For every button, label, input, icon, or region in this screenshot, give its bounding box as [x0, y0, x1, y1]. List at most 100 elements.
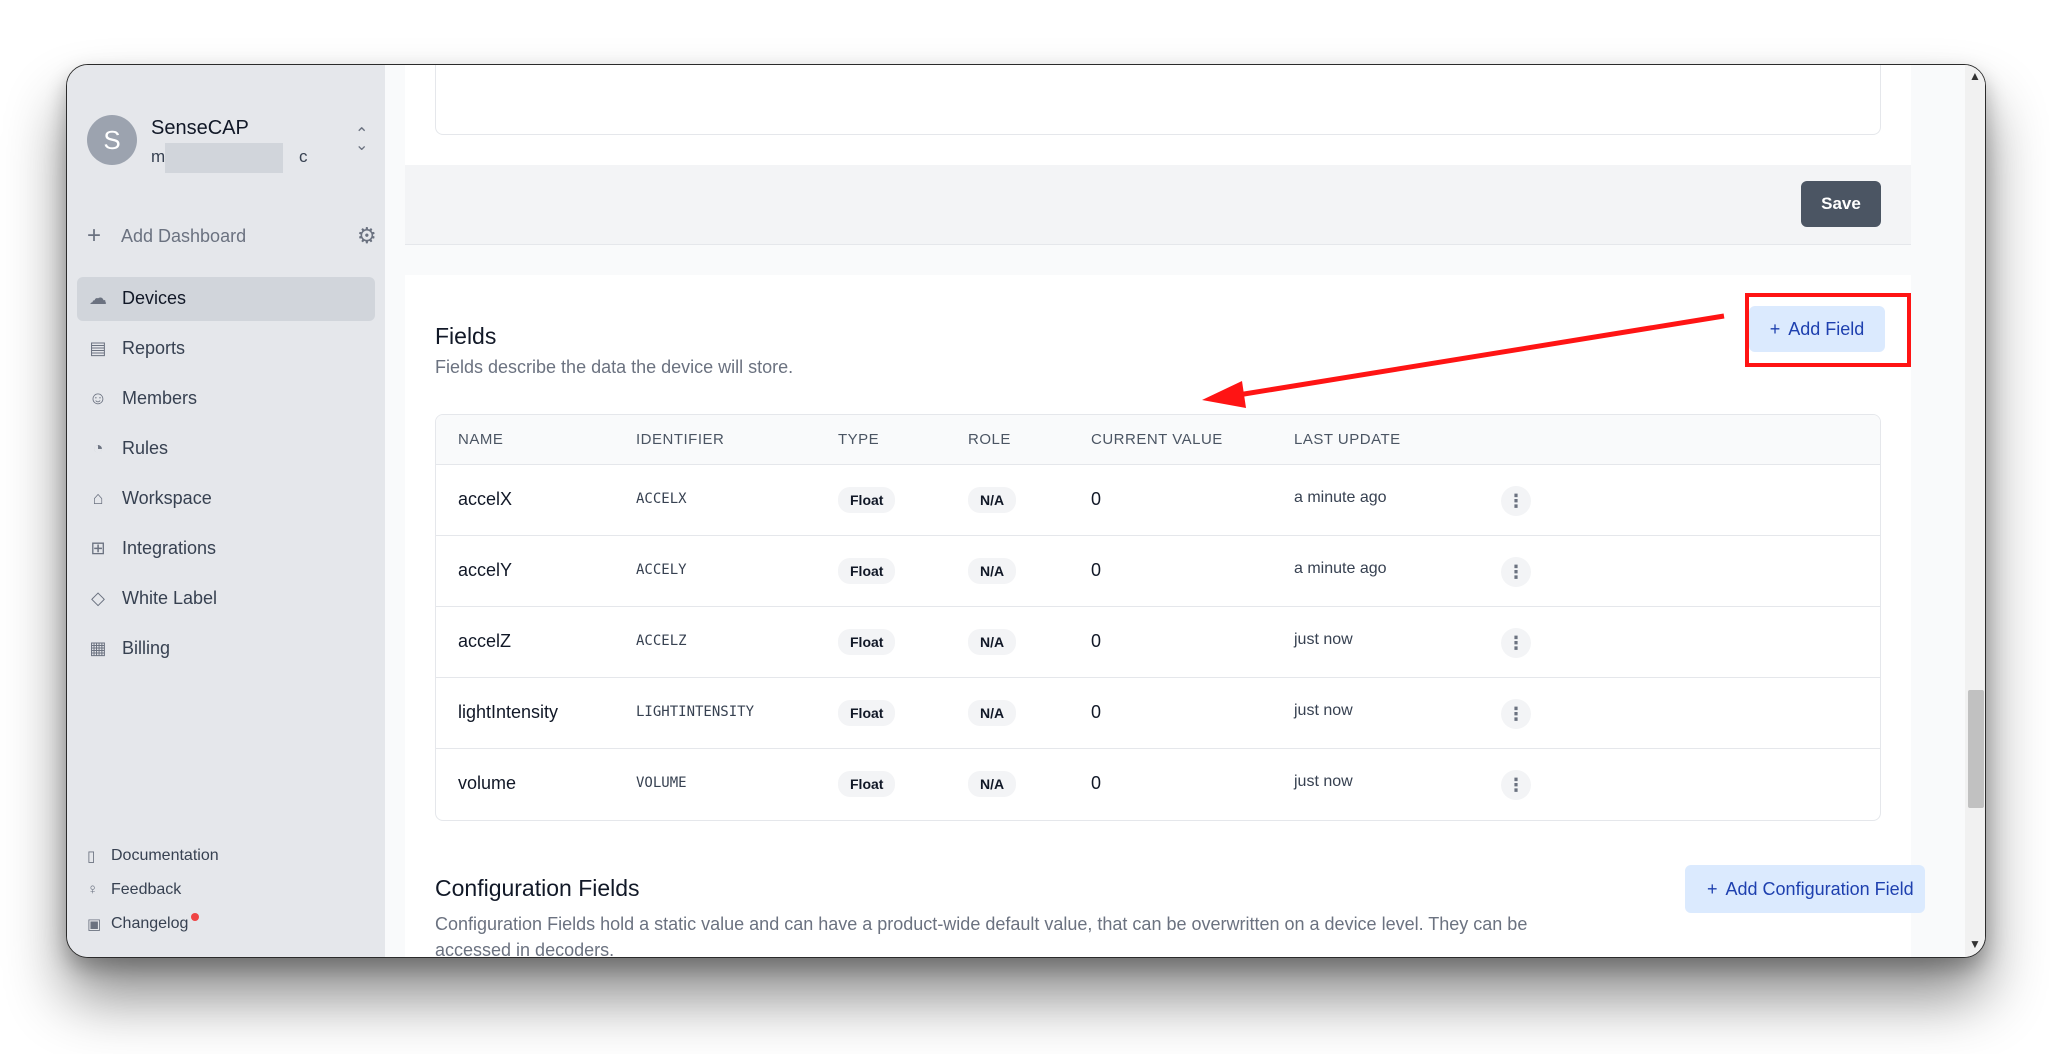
last-update: a minute ago	[1294, 489, 1387, 506]
type-badge: Float	[838, 700, 896, 726]
col-identifier: IDENTIFIER	[636, 431, 725, 448]
notification-dot	[191, 913, 199, 921]
sidebar-item-rules[interactable]: ◔ Rules	[77, 427, 375, 471]
org-switcher[interactable]: S SenseCAP m c ⌃ ⌄	[87, 115, 368, 175]
documentation-label: Documentation	[111, 847, 219, 864]
col-type: TYPE	[838, 431, 880, 448]
table-row: accelX ACCELX Float N/A 0 a minute ago ⋮	[436, 465, 1880, 536]
kebab-menu-icon[interactable]: ⋮	[1501, 699, 1531, 729]
table-header: NAME IDENTIFIER TYPE ROLE CURRENT VALUE …	[436, 415, 1880, 465]
kebab-menu-icon[interactable]: ⋮	[1501, 486, 1531, 516]
field-name: accelZ	[458, 631, 512, 651]
current-value: 0	[1091, 560, 1102, 580]
field-identifier: ACCELY	[636, 562, 687, 578]
org-email-end: c	[299, 147, 308, 166]
document-icon: ▤	[89, 338, 107, 358]
kebab-menu-icon[interactable]: ⋮	[1501, 557, 1531, 587]
role-badge: N/A	[968, 629, 1017, 655]
fields-title: Fields	[435, 323, 497, 349]
billing-icon: ▦	[89, 638, 107, 658]
sidebar-item-white-label[interactable]: ◇ White Label	[77, 577, 375, 621]
last-update: just now	[1294, 631, 1353, 648]
fields-description: Fields describe the data the device will…	[435, 357, 794, 377]
sidebar-item-devices[interactable]: ☁ Devices	[77, 277, 375, 321]
field-identifier: ACCELZ	[636, 633, 687, 649]
scroll-up-arrow-icon[interactable]: ▲	[1969, 69, 1981, 83]
table-row: accelZ ACCELZ Float N/A 0 just now ⋮	[436, 607, 1880, 678]
gift-icon: ▣	[87, 916, 102, 933]
code-textarea[interactable]	[435, 65, 1881, 135]
book-icon: ▯	[87, 848, 96, 865]
col-name: NAME	[458, 431, 504, 448]
users-icon: ☺	[88, 388, 108, 408]
table-row: lightIntensity LIGHTINTENSITY Float N/A …	[436, 678, 1880, 749]
last-update: a minute ago	[1294, 560, 1387, 577]
org-email: m c	[151, 143, 311, 173]
sidebar-nav: ☁ Devices ▤ Reports ☺ Members ◔ Rules ⌂ …	[77, 277, 375, 677]
type-badge: Float	[838, 629, 896, 655]
sidebar-item-label: Members	[122, 388, 198, 408]
config-fields-title: Configuration Fields	[435, 875, 640, 901]
save-button[interactable]: Save	[1801, 181, 1881, 227]
last-update: just now	[1294, 702, 1353, 719]
role-badge: N/A	[968, 558, 1017, 584]
col-current-value: CURRENT VALUE	[1091, 431, 1223, 448]
org-email-start: m	[151, 147, 166, 166]
sidebar-item-integrations[interactable]: ⊞ Integrations	[77, 527, 375, 571]
main-content: Save Fields Fields describe the data the…	[385, 65, 1985, 957]
sidebar: S SenseCAP m c ⌃ ⌄ + Add Dashboard ⚙ ☁ De…	[67, 65, 385, 957]
scrollbar-thumb[interactable]	[1968, 690, 1984, 808]
current-value: 0	[1091, 631, 1102, 651]
scroll-down-arrow-icon[interactable]: ▼	[1969, 937, 1981, 951]
col-role: ROLE	[968, 431, 1011, 448]
table-row: accelY ACCELY Float N/A 0 a minute ago ⋮	[436, 536, 1880, 607]
chevron-up-down-icon[interactable]: ⌃ ⌄	[355, 127, 368, 154]
gear-icon[interactable]: ⚙	[357, 223, 377, 249]
tag-icon: ◇	[91, 588, 105, 608]
field-name: accelY	[458, 560, 513, 580]
kebab-menu-icon[interactable]: ⋮	[1501, 770, 1531, 800]
field-identifier: LIGHTINTENSITY	[636, 704, 755, 720]
org-avatar: S	[87, 115, 137, 165]
current-value: 0	[1091, 489, 1102, 509]
type-badge: Float	[838, 558, 896, 584]
scrollbar[interactable]: ▲ ▼	[1965, 65, 1985, 957]
cloud-upload-icon: ☁	[89, 288, 107, 308]
add-dashboard-button[interactable]: Add Dashboard	[121, 226, 246, 247]
sidebar-item-reports[interactable]: ▤ Reports	[77, 327, 375, 371]
fields-table: NAME IDENTIFIER TYPE ROLE CURRENT VALUE …	[435, 414, 1881, 821]
annotation-highlight-box	[1745, 293, 1911, 367]
add-configuration-field-button[interactable]: + Add Configuration Field	[1685, 865, 1925, 913]
table-row: volume VOLUME Float N/A 0 just now ⋮	[436, 749, 1880, 820]
sidebar-item-label: Integrations	[122, 538, 217, 558]
field-name: volume	[458, 773, 517, 793]
changelog-label: Changelog	[111, 915, 189, 932]
sidebar-item-label: Reports	[122, 338, 186, 358]
type-badge: Float	[838, 487, 896, 513]
top-card-footer: Save	[405, 165, 1911, 245]
app-window: S SenseCAP m c ⌃ ⌄ + Add Dashboard ⚙ ☁ De…	[66, 64, 1986, 958]
sidebar-item-billing[interactable]: ▦ Billing	[77, 627, 375, 671]
field-identifier: ACCELX	[636, 491, 687, 507]
plus-icon[interactable]: +	[87, 223, 101, 249]
add-dashboard: + Add Dashboard ⚙	[87, 223, 377, 253]
plus-square-icon: ⊞	[90, 538, 106, 558]
sidebar-item-label: Rules	[122, 438, 169, 458]
role-badge: N/A	[968, 700, 1017, 726]
add-configuration-field-label: Add Configuration Field	[1725, 878, 1914, 899]
signal-icon: ◔	[92, 438, 104, 458]
top-card: Save	[405, 65, 1911, 245]
col-last-update: LAST UPDATE	[1294, 431, 1401, 448]
role-badge: N/A	[968, 771, 1017, 797]
sidebar-item-label: Billing	[122, 638, 171, 658]
kebab-menu-icon[interactable]: ⋮	[1501, 628, 1531, 658]
home-icon: ⌂	[92, 488, 104, 508]
sidebar-item-label: Devices	[122, 288, 187, 308]
type-badge: Float	[838, 771, 896, 797]
field-identifier: VOLUME	[636, 775, 687, 791]
role-badge: N/A	[968, 487, 1017, 513]
lightbulb-icon: ♀	[87, 881, 99, 898]
sidebar-item-members[interactable]: ☺ Members	[77, 377, 375, 421]
sidebar-item-workspace[interactable]: ⌂ Workspace	[77, 477, 375, 521]
current-value: 0	[1091, 702, 1102, 722]
